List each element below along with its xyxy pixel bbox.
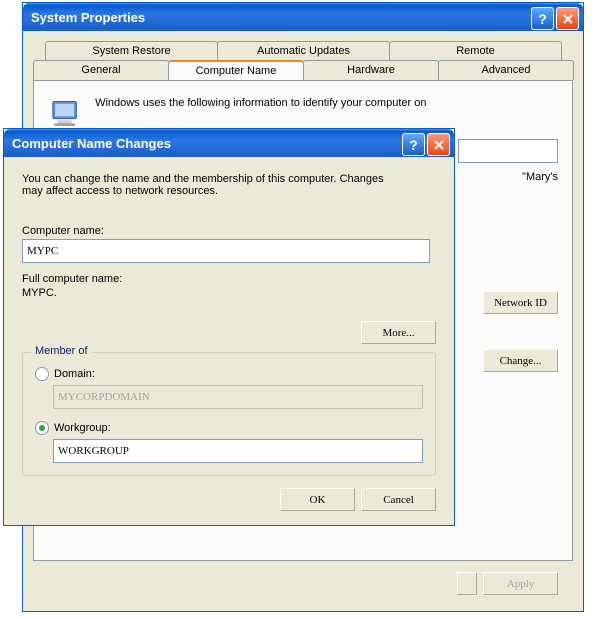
dialog-title: Computer Name Changes	[12, 136, 171, 151]
computer-name-changes-dialog: Computer Name Changes ? You can change t…	[3, 128, 455, 526]
dialog-close-button[interactable]	[427, 133, 450, 156]
computer-name-input[interactable]	[22, 239, 430, 263]
network-id-button[interactable]: Network ID	[483, 291, 558, 314]
workgroup-label: Workgroup:	[54, 422, 111, 434]
apply-button[interactable]: Apply	[483, 572, 558, 595]
full-computer-name-label: Full computer name:	[22, 273, 436, 285]
dialog-help-button[interactable]: ?	[402, 133, 425, 156]
full-computer-name-value: MYPC.	[22, 287, 436, 299]
tab-general[interactable]: General	[33, 60, 169, 80]
member-of-legend: Member of	[31, 345, 92, 357]
more-button[interactable]: More...	[361, 321, 436, 344]
window-title: System Properties	[31, 10, 145, 25]
example-text: "Mary's	[522, 171, 558, 183]
domain-label: Domain:	[54, 368, 95, 380]
workgroup-radio[interactable]	[35, 421, 49, 435]
domain-input	[53, 385, 423, 409]
workgroup-input[interactable]	[53, 439, 423, 463]
change-button[interactable]: Change...	[483, 349, 558, 372]
close-button[interactable]	[556, 7, 579, 30]
description-input[interactable]	[458, 139, 558, 163]
tab-system-restore[interactable]: System Restore	[45, 41, 218, 60]
domain-radio[interactable]	[35, 367, 49, 381]
intro-text: You can change the name and the membersh…	[22, 173, 402, 197]
tab-advanced[interactable]: Advanced	[438, 60, 574, 80]
tab-computer-name[interactable]: Computer Name	[168, 60, 304, 80]
description-text: Windows uses the following information t…	[95, 95, 475, 109]
tab-strip: System Restore Automatic Updates Remote …	[33, 41, 573, 80]
tab-remote[interactable]: Remote	[389, 41, 562, 60]
member-of-group: Member of Domain: Workgroup:	[22, 352, 436, 476]
dialog-client: You can change the name and the membersh…	[4, 157, 454, 525]
ok-button[interactable]: OK	[280, 488, 355, 511]
dialog-titlebar[interactable]: Computer Name Changes ?	[4, 129, 454, 157]
computer-name-label: Computer name:	[22, 225, 436, 237]
help-button[interactable]: ?	[531, 7, 554, 30]
titlebar[interactable]: System Properties ?	[23, 3, 583, 31]
cancel-button[interactable]: Cancel	[361, 488, 436, 511]
partial-button[interactable]	[457, 572, 477, 595]
tab-automatic-updates[interactable]: Automatic Updates	[217, 41, 390, 60]
tab-hardware[interactable]: Hardware	[303, 60, 439, 80]
